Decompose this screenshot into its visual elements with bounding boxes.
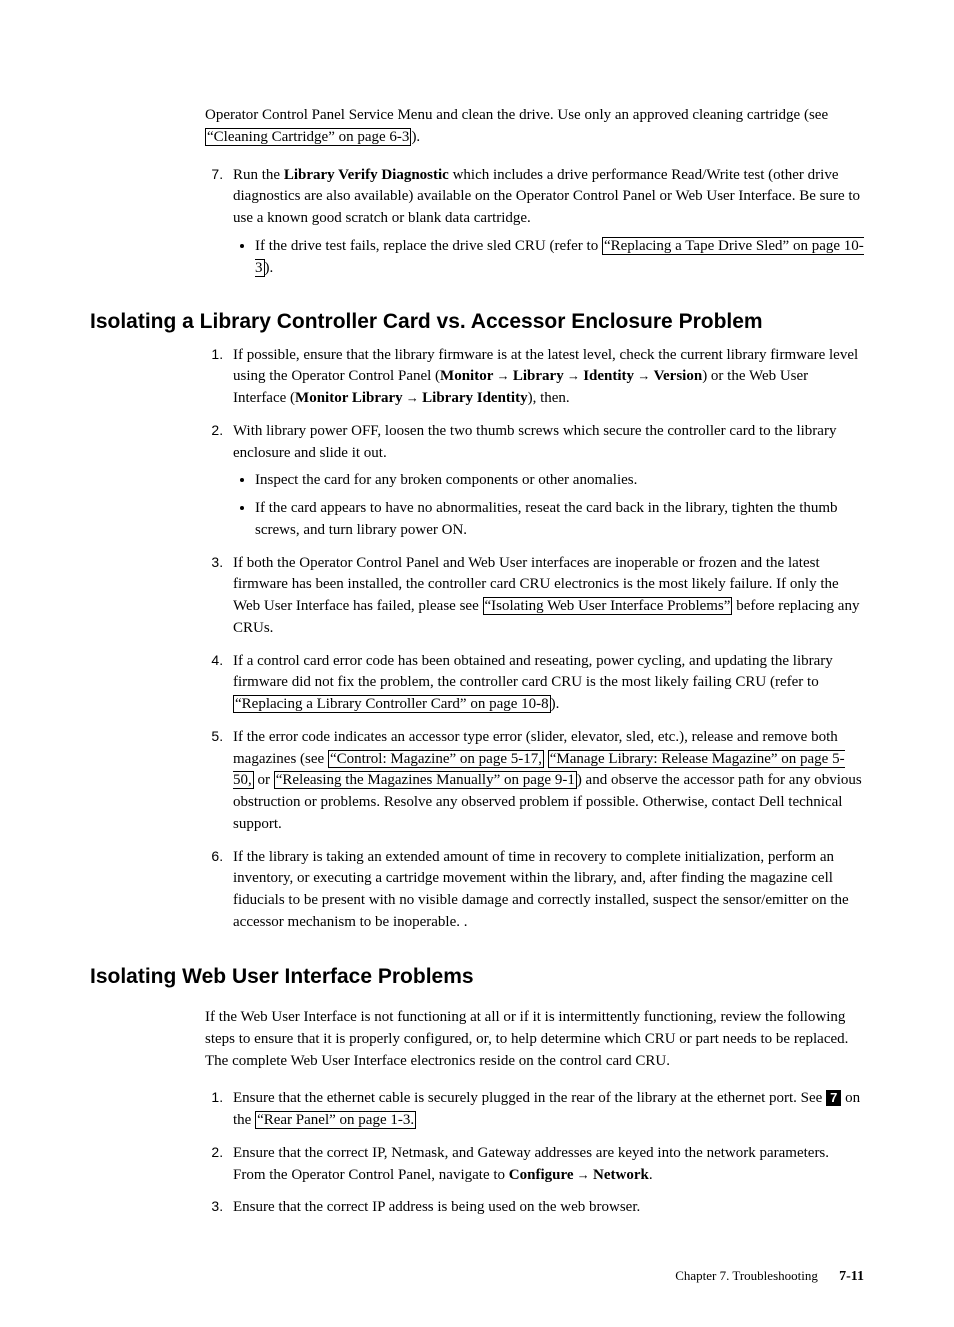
section-a-item-1: If possible, ensure that the library fir… (227, 344, 864, 410)
heading-isolating-controller-card: Isolating a Library Controller Card vs. … (90, 307, 864, 337)
section-a-item-6: If the library is taking an extended amo… (227, 846, 864, 934)
step-7-sub-tail: ). (265, 260, 274, 276)
page-footer: Chapter 7. Troubleshooting 7-11 (90, 1267, 864, 1287)
a1-b6: Library Identity (422, 390, 527, 406)
link-releasing-magazines-manually[interactable]: “Releasing the Magazines Manually” on pa… (274, 771, 577, 789)
continued-ordered-list: Run the Library Verify Diagnostic which … (205, 164, 864, 280)
preamble-text: Operator Control Panel Service Menu and … (205, 107, 828, 123)
step-7: Run the Library Verify Diagnostic which … (227, 164, 864, 280)
b2-b1: Configure (509, 1167, 574, 1183)
a1-arr1: → (493, 368, 513, 383)
a1-tail: ), then. (528, 390, 570, 406)
link-control-magazine[interactable]: “Control: Magazine” on page 5-17, (328, 750, 544, 768)
b2-tail: . (649, 1167, 653, 1183)
section-b-body: If the Web User Interface is not functio… (205, 1007, 864, 1219)
section-a-item-4: If a control card error code has been ob… (227, 650, 864, 716)
a1-b5: Monitor Library (295, 390, 403, 406)
step-7-pre: Run the (233, 167, 284, 183)
section-b-item-3: Ensure that the correct IP address is be… (227, 1196, 864, 1219)
b2-arr: → (574, 1167, 594, 1182)
section-b-intro: If the Web User Interface is not functio… (205, 1007, 864, 1072)
preamble-tail: ). (411, 129, 420, 145)
callout-7-icon: 7 (826, 1090, 841, 1106)
a1-b3: Identity (583, 368, 634, 384)
section-a-item-2: With library power OFF, loosen the two t… (227, 420, 864, 542)
step-7-sub: If the drive test fails, replace the dri… (255, 236, 864, 280)
section-b-item-2: Ensure that the correct IP, Netmask, and… (227, 1142, 864, 1187)
step-7-sublist: If the drive test fails, replace the dri… (233, 236, 864, 280)
footer-page-number: 7-11 (839, 1269, 864, 1284)
step-7-sub-pre: If the drive test fails, replace the dri… (255, 238, 602, 254)
a2-text: With library power OFF, loosen the two t… (233, 423, 836, 461)
a1-arr3: → (634, 368, 654, 383)
link-isolating-wui-problems[interactable]: “Isolating Web User Interface Problems” (483, 597, 733, 615)
footer-chapter: Chapter 7. Troubleshooting (675, 1268, 818, 1283)
a4-tail: ). (551, 696, 560, 712)
b1-pre: Ensure that the ethernet cable is secure… (233, 1090, 826, 1106)
a1-b2: Library (513, 368, 564, 384)
link-rear-panel[interactable]: “Rear Panel” on page 1-3. (255, 1111, 416, 1129)
section-a-item-5: If the error code indicates an accessor … (227, 726, 864, 836)
step-7-bold: Library Verify Diagnostic (284, 167, 449, 183)
a1-b1: Monitor (440, 368, 493, 384)
preamble-para: Operator Control Panel Service Menu and … (205, 105, 864, 149)
a2-sublist: Inspect the card for any broken componen… (233, 470, 864, 541)
link-cleaning-cartridge[interactable]: “Cleaning Cartridge” on page 6-3 (205, 128, 411, 146)
section-a-item-3: If both the Operator Control Panel and W… (227, 552, 864, 640)
section-a-body: If possible, ensure that the library fir… (205, 344, 864, 934)
b2-b2: Network (593, 1167, 649, 1183)
heading-isolating-wui-problems: Isolating Web User Interface Problems (90, 962, 864, 992)
section-b-item-1: Ensure that the ethernet cable is secure… (227, 1087, 864, 1132)
a1-arr4: → (403, 390, 423, 405)
a2-sub2: If the card appears to have no abnormali… (255, 498, 864, 542)
a1-arr2: → (564, 368, 584, 383)
a2-sub1: Inspect the card for any broken componen… (255, 470, 864, 492)
a5-mid: or (254, 772, 274, 788)
a1-b4: Version (654, 368, 703, 384)
link-replacing-controller-card[interactable]: “Replacing a Library Controller Card” on… (233, 695, 551, 713)
a4-pre: If a control card error code has been ob… (233, 653, 833, 691)
section-a-list: If possible, ensure that the library fir… (205, 344, 864, 934)
section-b-list: Ensure that the ethernet cable is secure… (205, 1087, 864, 1219)
preamble-block: Operator Control Panel Service Menu and … (205, 105, 864, 279)
